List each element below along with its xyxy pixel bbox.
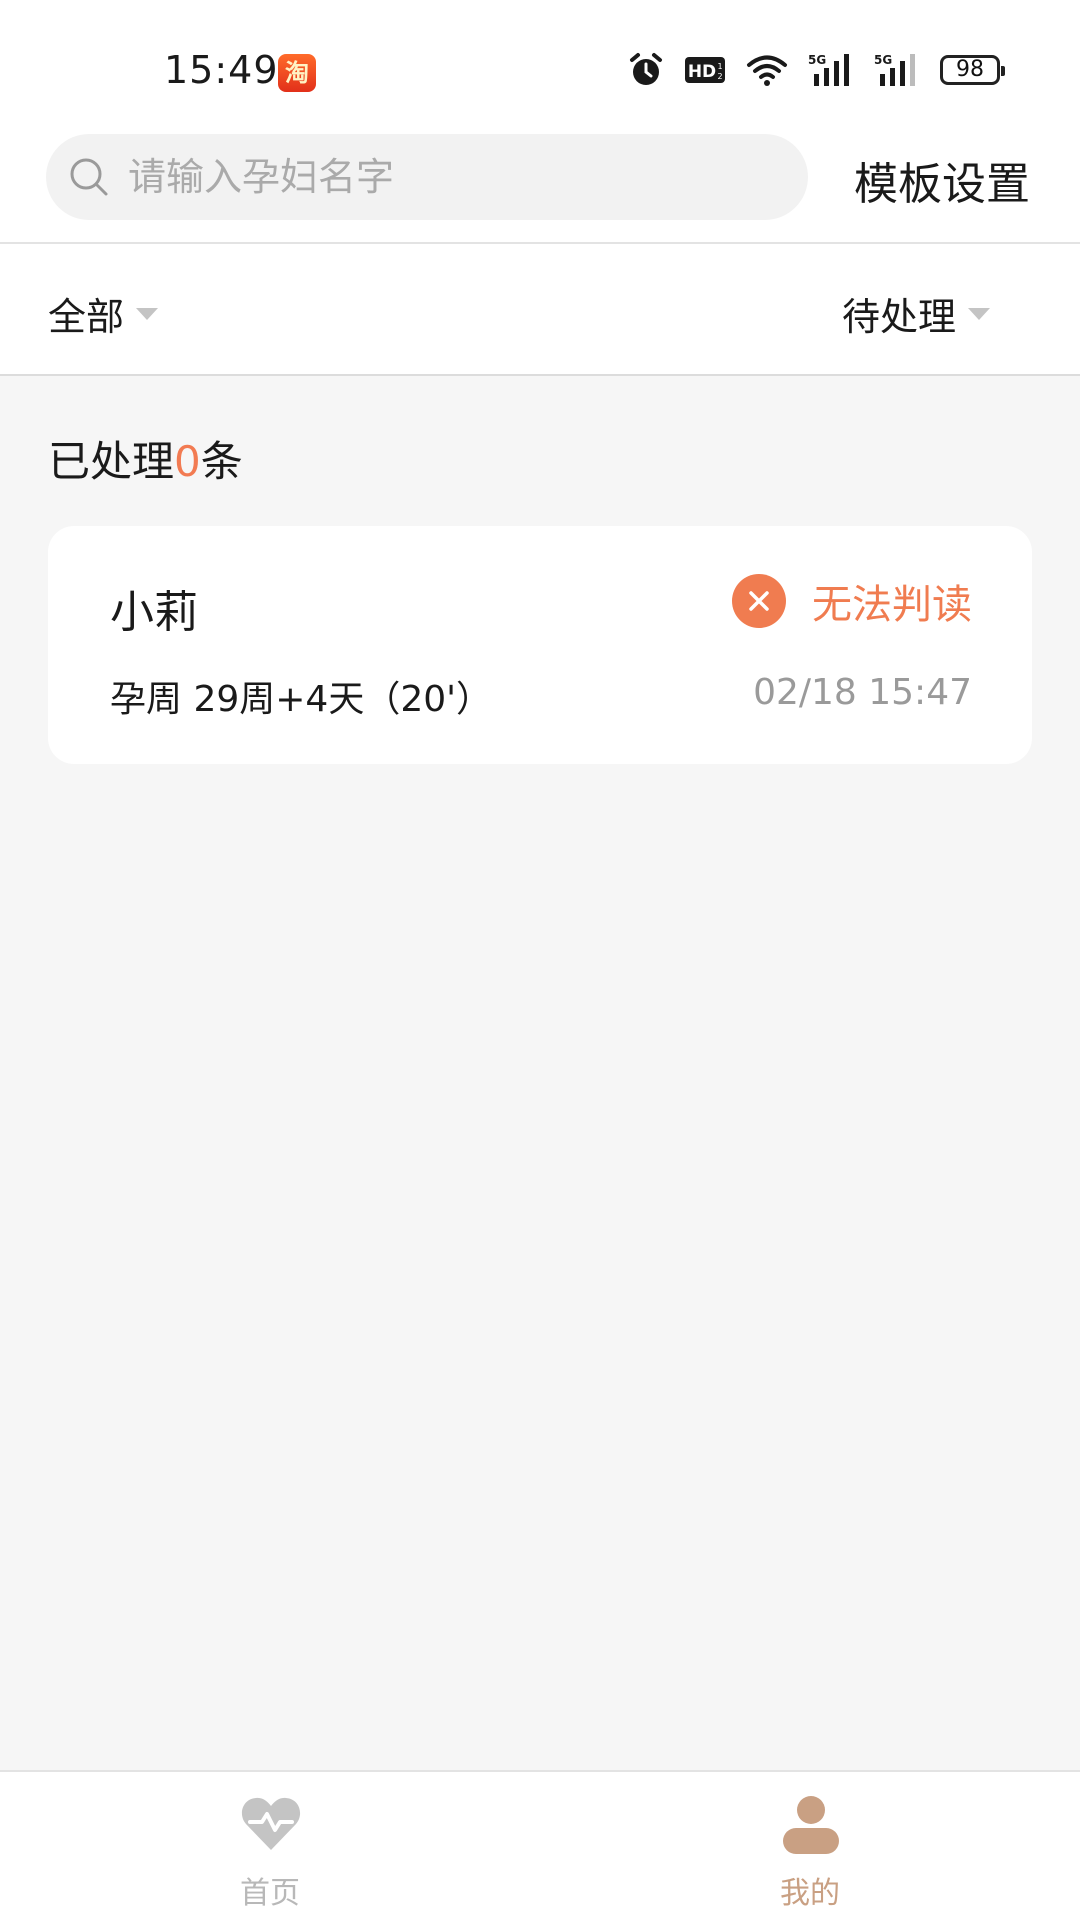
- patient-name: 小莉: [110, 587, 198, 638]
- header: 模板设置: [0, 130, 1080, 244]
- search-input[interactable]: [128, 134, 768, 220]
- signal-5g-icon: 5G: [808, 53, 849, 86]
- nav-home[interactable]: 首页: [170, 1772, 370, 1920]
- hd-icon: HD 1 2: [685, 57, 725, 83]
- search-box[interactable]: [46, 134, 808, 220]
- gestation-week: 孕周 29周+4天（20'）: [110, 679, 493, 720]
- taobao-app-icon: 淘: [278, 54, 316, 92]
- wifi-icon: [747, 55, 787, 86]
- caret-down-icon: [136, 307, 159, 320]
- nav-home-label: 首页: [240, 1876, 300, 1911]
- record-status: 无法判读: [732, 572, 972, 630]
- record-status-label: 无法判读: [812, 582, 972, 628]
- summary-suffix: 条: [200, 437, 243, 486]
- filter-bar: 全部 待处理: [0, 244, 1080, 376]
- svg-text:2: 2: [717, 72, 722, 81]
- summary-prefix: 已处理: [48, 437, 175, 486]
- template-settings-button[interactable]: 模板设置: [854, 148, 1030, 212]
- record-time: 02/18 15:47: [753, 672, 972, 713]
- svg-text:1: 1: [717, 62, 722, 71]
- bottom-nav: 首页 我的: [0, 1770, 1080, 1920]
- filter-status-label: 待处理: [841, 295, 956, 339]
- caret-down-icon: [968, 307, 990, 320]
- svg-text:5G: 5G: [808, 53, 826, 67]
- heart-pulse-icon: [241, 1797, 301, 1850]
- alarm-icon: [630, 53, 662, 85]
- status-icons: HD 1 2 5G 5G 98: [628, 52, 1005, 88]
- status-time: 15:49: [164, 48, 279, 92]
- svg-text:HD: HD: [688, 62, 716, 82]
- nav-mine[interactable]: 我的: [710, 1772, 910, 1920]
- nav-mine-label: 我的: [780, 1876, 840, 1911]
- battery-icon: 98: [940, 55, 1005, 85]
- processed-count: 0: [174, 437, 201, 486]
- filter-all-dropdown[interactable]: 全部: [48, 286, 159, 341]
- signal-5g-icon: 5G: [874, 53, 915, 86]
- record-card[interactable]: 小莉 无法判读 孕周 29周+4天（20'） 02/18 15:47: [48, 526, 1032, 764]
- filter-status-dropdown[interactable]: 待处理: [842, 286, 990, 341]
- svg-text:5G: 5G: [874, 53, 892, 67]
- processed-summary: 已处理0条: [48, 428, 243, 489]
- filter-all-label: 全部: [48, 295, 125, 339]
- user-icon: [783, 1796, 839, 1854]
- search-icon: [70, 158, 108, 196]
- close-circle-icon: [732, 574, 786, 628]
- status-bar: 15:49 淘 HD 1 2 5G 5G 98: [0, 0, 1080, 130]
